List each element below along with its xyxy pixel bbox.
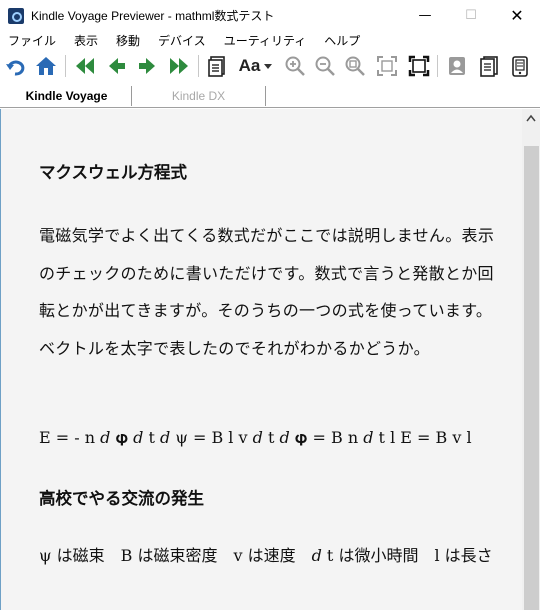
tab-kindle-voyage[interactable]: Kindle Voyage [2, 86, 132, 106]
next-page-icon[interactable] [134, 53, 160, 79]
zoom-out-icon[interactable] [312, 53, 338, 79]
toolbar-separator [437, 55, 438, 77]
menu-devices[interactable]: デバイス [158, 32, 206, 49]
previous-page-icon[interactable] [104, 53, 130, 79]
heading-ac-generation: 高校でやる交流の発生 [39, 489, 204, 508]
device-tabs: Kindle Voyage Kindle DX [0, 84, 540, 108]
fit-icon[interactable] [374, 53, 400, 79]
toolbar: Aa [0, 50, 540, 83]
app-icon [8, 7, 24, 24]
last-page-icon[interactable] [166, 53, 192, 79]
zoom-in-icon[interactable] [282, 53, 308, 79]
pages-icon[interactable] [476, 53, 502, 79]
menu-help[interactable]: ヘルプ [324, 32, 360, 49]
document-icon[interactable] [204, 53, 230, 79]
font-icon[interactable]: Aa [234, 53, 278, 79]
user-icon[interactable] [444, 53, 470, 79]
toolbar-separator [198, 55, 199, 77]
paragraph-symbols: ψ は磁束 B は磁束密度 v は速度 𝑑 t は微小時間 l は長さ [39, 546, 493, 565]
maximize-button[interactable]: ☐ [448, 0, 494, 31]
window-title: Kindle Voyage Previewer - mathml数式テスト [31, 9, 275, 23]
menu-utilities[interactable]: ユーティリティ [224, 32, 307, 49]
first-page-icon[interactable] [72, 53, 98, 79]
book-preview[interactable]: マクスウェル方程式 電磁気学でよく出てくる数式だがここでは説明しません。表示のチ… [0, 109, 522, 610]
menu-bar: ファイル 表示 移動 デバイス ユーティリティ ヘルプ [0, 31, 540, 50]
menu-view[interactable]: 表示 [74, 32, 98, 49]
scroll-up-icon[interactable] [522, 109, 540, 127]
math-formula: E = - n 𝑑 𝛗 𝑑 t 𝑑 ψ = B l v 𝑑 t 𝑑 𝛗 = B … [39, 428, 472, 447]
minimize-button[interactable]: — [402, 0, 448, 31]
font-size-label: Aa [238, 56, 261, 75]
fullscreen-icon[interactable] [406, 53, 432, 79]
vertical-scrollbar[interactable] [522, 109, 540, 610]
close-button[interactable]: ✕ [494, 0, 540, 31]
zoom-reset-icon[interactable] [342, 53, 368, 79]
toolbar-separator [65, 55, 66, 77]
scrollbar-thumb[interactable] [524, 146, 539, 610]
title-bar: Kindle Voyage Previewer - mathml数式テスト — … [0, 0, 540, 31]
rotate-icon[interactable] [3, 53, 29, 79]
paragraph-intro: 電磁気学でよく出てくる数式だがここでは説明しません。表示のチェックのために書いた… [39, 226, 495, 358]
heading-maxwell: マクスウェル方程式 [39, 163, 188, 182]
home-icon[interactable] [33, 53, 59, 79]
tab-kindle-dx[interactable]: Kindle DX [132, 86, 266, 106]
menu-go[interactable]: 移動 [116, 32, 140, 49]
device-icon[interactable] [507, 53, 533, 79]
menu-file[interactable]: ファイル [8, 32, 56, 49]
